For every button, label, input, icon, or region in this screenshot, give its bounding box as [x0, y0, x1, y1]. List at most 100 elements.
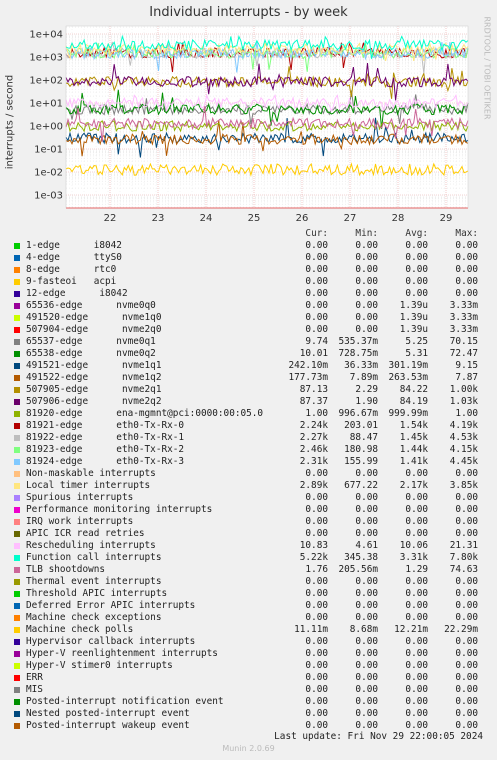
legend-swatch: [14, 543, 20, 549]
legend-swatch: [14, 639, 20, 645]
legend-row: TLB shootdowns 1.76 205.56m 1.29 74.63: [0, 564, 497, 576]
legend-label: Hyper-V reenlightenment interrupts: [26, 648, 218, 659]
legend-label: Hypervisor callback interrupts: [26, 636, 196, 647]
legend-row: Machine check exceptions 0.00 0.00 0.00 0.00: [0, 612, 497, 624]
legend-label: IRQ work interrupts: [26, 516, 134, 527]
legend-label: Machine check polls: [26, 624, 134, 635]
legend-row: 507905-edge nvme2q1 87.13 2.29 84.22 1.00k: [0, 384, 497, 396]
legend-label: 491522-edge nvme1q2: [26, 372, 162, 383]
legend-swatch: [14, 279, 20, 285]
legend-label: Non-maskable interrupts: [26, 468, 156, 479]
y-tick-label: 1e+00: [29, 122, 63, 133]
legend-swatch: [14, 687, 20, 693]
legend-swatch: [14, 519, 20, 525]
legend-label: Thermal event interrupts: [26, 576, 162, 587]
x-tick-label: 22: [104, 213, 117, 224]
legend-label: 81920-edge ena-mgmnt@pci:0000:00:05.0: [26, 408, 264, 419]
legend-row: 65538-edge nvme0q2 10.01 728.75m 5.31 72.47: [0, 348, 497, 360]
x-tick-label: 29: [440, 213, 453, 224]
legend-max: 3.85k: [449, 480, 478, 491]
legend-swatch: [14, 555, 20, 561]
legend-swatch: [14, 591, 20, 597]
legend-row: Function call interrupts 5.22k 345.38 3.31k…: [0, 552, 497, 564]
legend-swatch: [14, 663, 20, 669]
legend-label: TLB shootdowns: [26, 564, 106, 575]
legend-row: 81922-edge eth0-Tx-Rx-1 2.27k 88.47 1.45k 4.…: [0, 432, 497, 444]
legend-max: 0.00: [455, 696, 478, 707]
legend-row: Hyper-V stimer0 interrupts 0.00 0.00 0.00 0.…: [0, 660, 497, 672]
legend-row: Non-maskable interrupts 0.00 0.00 0.00 0.00: [0, 468, 497, 480]
legend-row: 65537-edge nvme0q1 9.74 535.37m 5.25 70.15: [0, 336, 497, 348]
legend-row: 65536-edge nvme0q0 0.00 0.00 1.39u 3.33m: [0, 300, 497, 312]
legend-swatch: [14, 291, 20, 297]
x-tick-label: 26: [296, 213, 309, 224]
legend-swatch: [14, 675, 20, 681]
legend-swatch: [14, 423, 20, 429]
legend-max: 0.00: [455, 600, 478, 611]
legend-row: 491520-edge nvme1q0 0.00 0.00 1.39u 3.33m: [0, 312, 497, 324]
legend-swatch: [14, 387, 20, 393]
legend-max: 22.29m: [444, 624, 478, 635]
legend-row: Hypervisor callback interrupts 0.00 0.00 0.…: [0, 636, 497, 648]
legend-row: Deferred Error APIC interrupts 0.00 0.00 0.…: [0, 600, 497, 612]
legend-label: 507904-edge nvme2q0: [26, 324, 162, 335]
last-update: Last update: Fri Nov 29 22:00:05 2024: [274, 731, 483, 742]
y-tick-label: 1e+04: [29, 30, 63, 41]
legend-max: 4.53k: [449, 432, 478, 443]
legend-label: 1-edge i8042: [26, 240, 122, 251]
legend-max: 74.63: [449, 564, 478, 575]
legend-label: 81921-edge eth0-Tx-Rx-0: [26, 420, 185, 431]
legend-max: 72.47: [449, 348, 478, 359]
legend-label: Hyper-V stimer0 interrupts: [26, 660, 173, 671]
legend-swatch: [14, 495, 20, 501]
legend-max: 9.15: [455, 360, 478, 371]
legend-row: 9-fasteoi acpi 0.00 0.00 0.00 0.00: [0, 276, 497, 288]
legend-swatch: [14, 447, 20, 453]
legend-max: 21.31: [449, 540, 478, 551]
legend-max: 3.33m: [449, 324, 478, 335]
legend-max: 4.15k: [449, 444, 478, 455]
legend-swatch: [14, 411, 20, 417]
legend-label: 65537-edge nvme0q1: [26, 336, 156, 347]
legend-row: Threshold APIC interrupts 0.00 0.00 0.00 0.0…: [0, 588, 497, 600]
legend-row: 12-edge i8042 0.00 0.00 0.00 0.00: [0, 288, 497, 300]
legend-label: 12-edge i8042: [26, 288, 128, 299]
legend-max: 0.00: [455, 636, 478, 647]
legend-row: 1-edge i8042 0.00 0.00 0.00 0.00: [0, 240, 497, 252]
legend-row: 507904-edge nvme2q0 0.00 0.00 1.39u 3.33m: [0, 324, 497, 336]
legend-max: 0.00: [455, 528, 478, 539]
legend-swatch: [14, 267, 20, 273]
y-tick-label: 1e-01: [34, 145, 63, 156]
legend-row: Rescheduling interrupts 10.83 4.61 10.06 21.…: [0, 540, 497, 552]
legend-label: 9-fasteoi acpi: [26, 276, 117, 287]
legend-row: 81920-edge ena-mgmnt@pci:0000:00:05.0 1.0…: [0, 408, 497, 420]
legend-row: APIC ICR read retries 0.00 0.00 0.00 0.00: [0, 528, 497, 540]
legend-swatch: [14, 651, 20, 657]
legend-max: 0.00: [455, 648, 478, 659]
legend-label: Posted-interrupt notification event: [26, 696, 224, 707]
legend-label: ERR: [26, 672, 43, 683]
legend-table: Cur: Min: Avg: Max: 1-edge i8042 0.00 0.00…: [0, 228, 497, 732]
legend-swatch: [14, 627, 20, 633]
legend-swatch: [14, 471, 20, 477]
legend-row: 4-edge ttyS0 0.00 0.00 0.00 0.00: [0, 252, 497, 264]
legend-max: 0.00: [455, 252, 478, 263]
legend-row: Local timer interrupts 2.89k 677.22 2.17k 3.…: [0, 480, 497, 492]
legend-swatch: [14, 351, 20, 357]
legend-swatch: [14, 255, 20, 261]
legend-max: 0.00: [455, 288, 478, 299]
legend-swatch: [14, 435, 20, 441]
chart-plot: 1e-03 1e-02 1e-01 1e+00 1e+01 1e+02 1e+03 1e+04…: [29, 25, 469, 224]
legend-label: 491521-edge nvme1q1: [26, 360, 162, 371]
munin-version: Munin 2.0.69: [222, 744, 275, 753]
x-tick-label: 28: [392, 213, 405, 224]
legend-row: 81921-edge eth0-Tx-Rx-0 2.24k 203.01 1.54k 4…: [0, 420, 497, 432]
y-tick-label: 1e+02: [29, 76, 63, 87]
legend-label: 491520-edge nvme1q0: [26, 312, 162, 323]
legend-swatch: [14, 459, 20, 465]
y-tick-label: 1e-02: [34, 168, 63, 179]
legend-label: Spurious interrupts: [26, 492, 134, 503]
legend-row: 8-edge rtc0 0.00 0.00 0.00 0.00: [0, 264, 497, 276]
legend-max: 0.00: [455, 708, 478, 719]
legend-max: 0.00: [455, 588, 478, 599]
